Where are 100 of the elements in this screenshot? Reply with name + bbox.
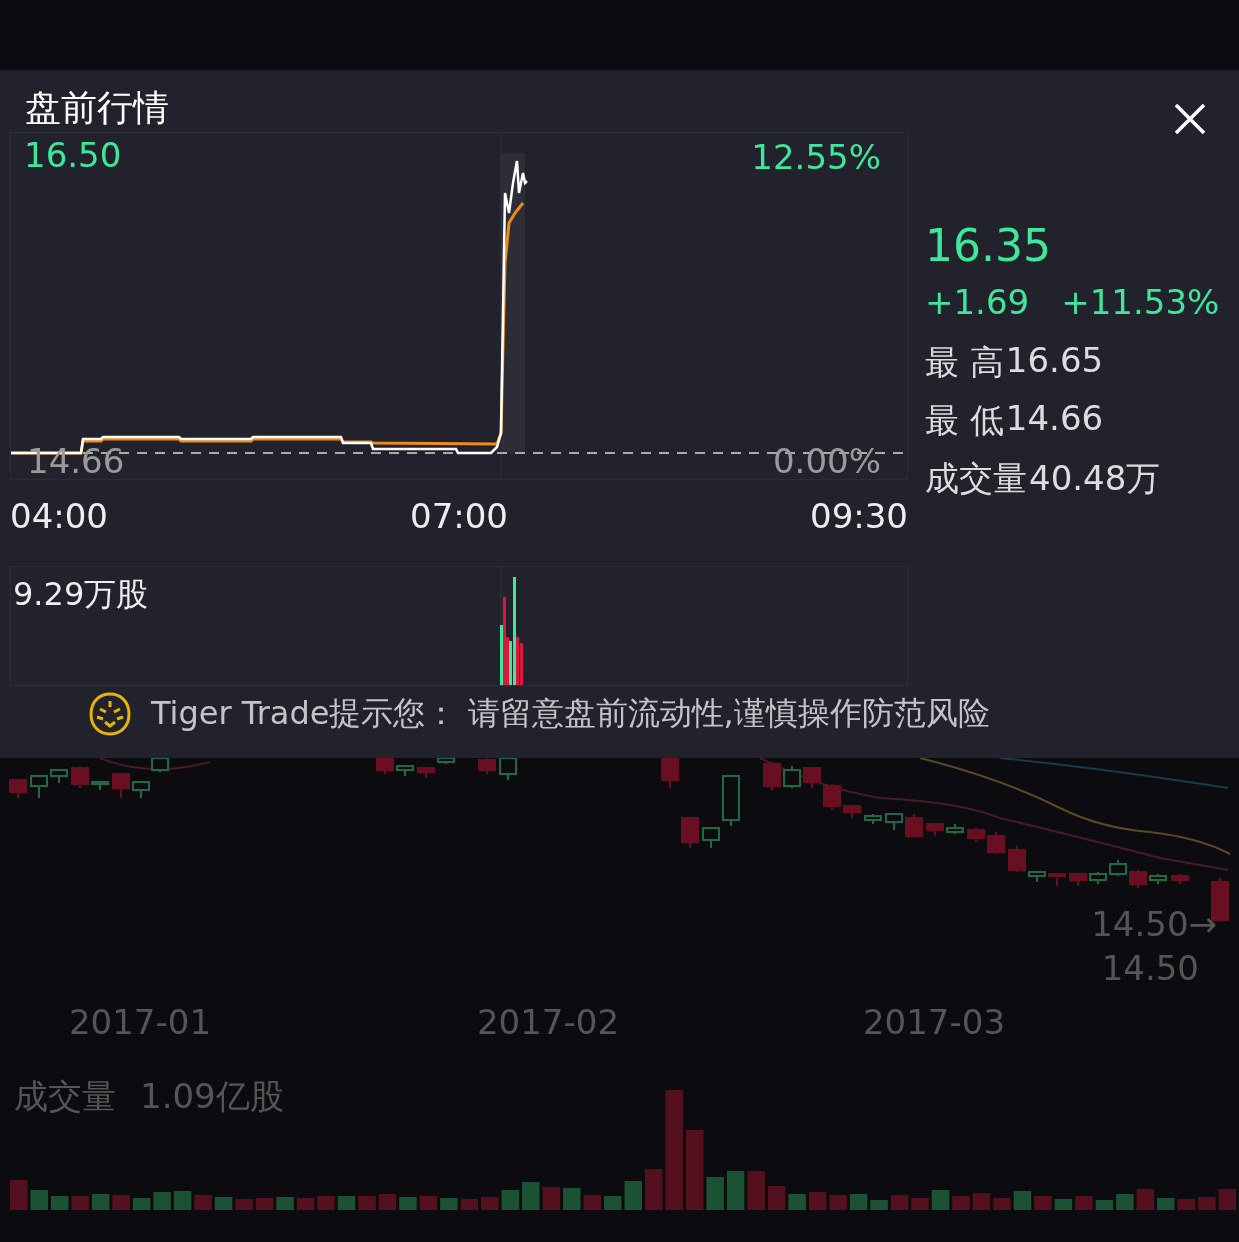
volume-bar: [1034, 1196, 1052, 1210]
stat-label: 最 高: [925, 341, 1004, 384]
stat-value: 40.48万: [1029, 457, 1161, 500]
candlestick: [396, 765, 414, 777]
candlestick: [681, 817, 699, 849]
candlestick: [112, 773, 130, 799]
volume-bar: [153, 1192, 171, 1210]
price-tag: 14.50→: [1091, 904, 1217, 944]
volume-bar: [972, 1193, 991, 1210]
axis-label: 14.66: [27, 441, 125, 481]
risk-notice: Tiger Trade提示您： 请留意盘前流动性,谨慎操作防范风险: [151, 693, 990, 734]
volume-bar: [194, 1195, 212, 1210]
volume-bar: [1116, 1194, 1134, 1210]
volume-bar: [440, 1198, 458, 1210]
volume-bar: [317, 1196, 335, 1210]
volume-bar: [1095, 1200, 1114, 1210]
volume-bar: [583, 1195, 601, 1210]
axis-label: 12.55%: [751, 137, 881, 177]
candlestick: [376, 758, 394, 775]
volume-bar: [91, 1194, 110, 1210]
date-label: 2017-01: [68, 1002, 212, 1044]
candlestick: [1089, 871, 1107, 885]
axis-label: 0.00%: [773, 441, 881, 481]
volume-bar: [1218, 1189, 1236, 1210]
volume-bar: [378, 1194, 397, 1210]
candlestick: [905, 813, 923, 839]
volume-bar: [419, 1196, 438, 1210]
volume-bar: [952, 1196, 970, 1210]
candlestick: [1149, 873, 1167, 885]
candlestick: [437, 758, 455, 765]
candlestick: [987, 831, 1005, 855]
volume-bar: [706, 1177, 724, 1210]
price-tag: 14.50: [1101, 948, 1199, 988]
volume-bar: [645, 1169, 663, 1210]
volume-bar: [1177, 1199, 1196, 1210]
volume-bar: [173, 1191, 192, 1210]
volume-value: 1.09亿股: [140, 1075, 284, 1118]
candlestick: [499, 758, 517, 781]
date-label: 2017-02: [476, 1002, 620, 1044]
time-label: 09:30: [810, 496, 908, 538]
volume-bar: [624, 1181, 642, 1210]
axis-label: 16.50: [24, 135, 122, 175]
volume-bar: [296, 1198, 315, 1210]
volume-bar: [542, 1187, 561, 1210]
volume-bar: [604, 1196, 622, 1210]
time-label: 04:00: [10, 496, 108, 538]
volume-bar: [1075, 1196, 1093, 1210]
volume-bar: [132, 1198, 151, 1210]
volume-bar: [808, 1192, 827, 1210]
volume-label: 9.29万股: [13, 574, 149, 615]
stat-label: 最 低: [925, 399, 1004, 442]
candlestick: [946, 823, 964, 835]
volume-bar: [726, 1171, 745, 1210]
volume-bar: [481, 1197, 499, 1210]
volume-bar: [1013, 1191, 1032, 1210]
candlestick: [151, 758, 169, 773]
volume-bar: [849, 1194, 868, 1210]
candlestick: [823, 783, 841, 811]
candlestick: [1028, 871, 1046, 883]
candlestick: [91, 781, 109, 791]
candlestick: [9, 779, 27, 799]
candlestick: [417, 767, 435, 779]
candlestick: [1048, 873, 1066, 887]
volume-bar: [870, 1200, 888, 1210]
candlestick: [763, 761, 781, 791]
volume-bar: [276, 1197, 294, 1210]
volume-bar: [788, 1194, 806, 1210]
price-change: +1.69: [925, 282, 1030, 324]
candlestick: [50, 769, 68, 784]
stat-value: 14.66: [1005, 398, 1104, 440]
candlestick: [1171, 873, 1189, 885]
volume-title: 成交量: [14, 1075, 116, 1118]
tiger-icon: [87, 691, 133, 737]
volume-bar: [71, 1196, 89, 1210]
time-label: 07:00: [410, 496, 508, 538]
volume-bar: [563, 1188, 581, 1210]
volume-bar: [214, 1197, 233, 1210]
candlestick: [30, 775, 48, 799]
volume-bar: [10, 1180, 28, 1210]
volume-bar: [1198, 1197, 1216, 1210]
candlestick: [1008, 845, 1026, 873]
candlestick: [478, 758, 496, 775]
candlestick: [702, 827, 720, 849]
candlestick: [926, 823, 944, 837]
volume-bar: [50, 1196, 69, 1210]
volume-bar: [767, 1186, 786, 1210]
volume-bar: [30, 1190, 48, 1210]
candlestick: [967, 827, 985, 843]
candlestick: [132, 781, 150, 799]
candlestick: [783, 765, 801, 789]
candlestick: [1129, 869, 1147, 889]
date-label: 2017-03: [862, 1002, 1006, 1044]
volume-bar: [255, 1198, 274, 1210]
volume-bar: [1136, 1189, 1155, 1210]
panel-title: 盘前行情: [24, 86, 170, 130]
close-icon[interactable]: [1173, 102, 1207, 136]
volume-bar: [337, 1196, 356, 1210]
candlestick: [843, 805, 861, 819]
volume-bar: [993, 1198, 1011, 1210]
volume-bar: [399, 1197, 417, 1210]
